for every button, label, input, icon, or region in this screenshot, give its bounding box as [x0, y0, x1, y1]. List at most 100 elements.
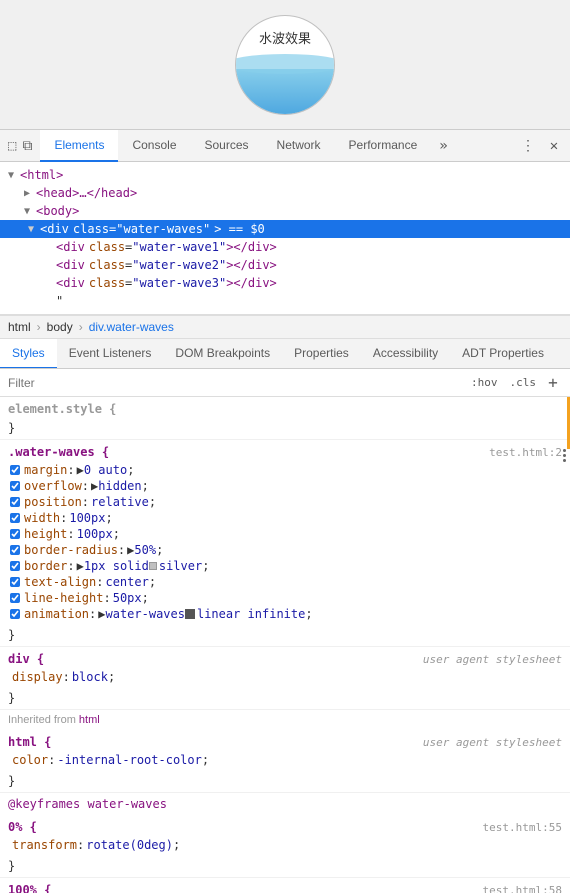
prop-text-align-checkbox[interactable] — [10, 577, 20, 587]
prop-line-height-checkbox[interactable] — [10, 593, 20, 603]
device-icon[interactable]: ⧉ — [22, 138, 32, 154]
prop-overflow: overflow: ▶ hidden; — [8, 478, 562, 494]
tab-properties[interactable]: Properties — [282, 339, 361, 369]
hov-button[interactable]: :hov — [467, 375, 502, 390]
prop-margin: margin: ▶ 0 auto; — [8, 462, 562, 478]
filter-actions: :hov .cls + — [467, 374, 562, 392]
dom-tree: ▼ <html> ▶ <head>…</head> ▼ <body> ▼ <di… — [0, 162, 570, 315]
prop-border-radius: border-radius: ▶ 50%; — [8, 542, 562, 558]
breadcrumb: html › body › div.water-waves — [0, 315, 570, 339]
color-swatch-silver[interactable] — [149, 562, 157, 570]
tab-sources[interactable]: Sources — [191, 130, 263, 162]
inspect-icon[interactable]: ⬚ — [8, 138, 16, 154]
filter-input[interactable] — [8, 376, 467, 390]
dom-line-html[interactable]: ▼ <html> — [0, 166, 570, 184]
rule-close-html-ua: } — [0, 772, 570, 790]
rule-water-waves: .water-waves { test.html:2 margin: ▶ 0 a… — [0, 440, 570, 647]
inherited-from-header: Inherited from html — [0, 710, 570, 730]
prop-color: color: -internal-root-color; — [8, 752, 562, 768]
rule-close-div-ua: } — [0, 689, 570, 707]
prop-line-height: line-height: 50px; — [8, 590, 562, 606]
rule-selector-html-ua[interactable]: html { — [8, 735, 51, 749]
tab-network[interactable]: Network — [263, 130, 335, 162]
rule-selector-0pct[interactable]: 0% { — [8, 820, 37, 834]
rule-keyframe-100: 100% { test.html:58 transform: rotate(36… — [0, 878, 570, 893]
close-devtools-button[interactable]: ✕ — [542, 134, 566, 158]
water-wave-widget: 水波效果 — [235, 15, 335, 115]
dom-line-wave3[interactable]: <div class="water-wave3" ></div> — [0, 274, 570, 292]
styles-content: element.style { } .water-waves { test.ht… — [0, 397, 570, 893]
rule-props-waterwaves: margin: ▶ 0 auto; overflow: ▶ hidden; po… — [0, 462, 570, 626]
tab-more[interactable]: » — [431, 130, 455, 162]
tab-elements[interactable]: Elements — [40, 130, 118, 162]
prop-width: width: 100px; — [8, 510, 562, 526]
overflow-menu-button[interactable] — [563, 449, 566, 462]
prop-height-checkbox[interactable] — [10, 529, 20, 539]
rule-source-100pct[interactable]: test.html:58 — [483, 884, 562, 893]
dom-line-head[interactable]: ▶ <head>…</head> — [0, 184, 570, 202]
rule-source-0pct[interactable]: test.html:55 — [483, 821, 562, 834]
rule-source-waterwaves[interactable]: test.html:2 — [489, 446, 562, 459]
rule-selector-element: element.style { — [8, 402, 116, 416]
prop-animation-checkbox[interactable] — [10, 609, 20, 619]
rule-div-ua: div { user agent stylesheet display: blo… — [0, 647, 570, 710]
expand-arrow-body[interactable]: ▼ — [24, 206, 36, 217]
expand-arrow-head[interactable]: ▶ — [24, 188, 36, 199]
rule-props-0pct: transform: rotate(0deg); — [0, 837, 570, 857]
breadcrumb-body[interactable]: body — [47, 320, 73, 334]
dom-line-water-waves[interactable]: ▼ <div class="water-waves" > == $0 — [0, 220, 570, 238]
wave-label: 水波效果 — [259, 28, 311, 47]
tab-icon-group: ⬚ ⧉ — [0, 130, 40, 162]
breadcrumb-html[interactable]: html — [8, 320, 31, 334]
rule-element-style: element.style { } — [0, 397, 570, 440]
styles-tab-bar: Styles Event Listeners DOM Breakpoints P… — [0, 339, 570, 369]
prop-overflow-checkbox[interactable] — [10, 481, 20, 491]
tab-dom-breakpoints[interactable]: DOM Breakpoints — [163, 339, 282, 369]
expand-arrow-html[interactable]: ▼ — [8, 170, 20, 181]
prop-border-checkbox[interactable] — [10, 561, 20, 571]
dom-line-quote: " — [0, 292, 570, 310]
expand-arrow-water-waves[interactable]: ▼ — [28, 224, 40, 235]
wave-top — [235, 54, 335, 74]
tab-performance[interactable]: Performance — [335, 130, 432, 162]
breadcrumb-div[interactable]: div.water-waves — [89, 320, 174, 334]
rule-props-html-ua: color: -internal-root-color; — [0, 752, 570, 772]
tab-accessibility[interactable]: Accessibility — [361, 339, 450, 369]
rule-source-html-ua: user agent stylesheet — [423, 736, 562, 749]
tab-actions: ⋮ ✕ — [516, 134, 570, 158]
bottom-panel: Styles Event Listeners DOM Breakpoints P… — [0, 339, 570, 893]
dom-line-body[interactable]: ▼ <body> — [0, 202, 570, 220]
rule-header-waterwaves: .water-waves { test.html:2 — [0, 442, 570, 462]
rule-header-0pct: 0% { test.html:55 — [0, 817, 570, 837]
cls-button[interactable]: .cls — [506, 375, 541, 390]
settings-button[interactable]: ⋮ — [516, 134, 540, 158]
rule-header-html-ua: html { user agent stylesheet — [0, 732, 570, 752]
rule-selector-waterwaves[interactable]: .water-waves { — [8, 445, 109, 459]
tab-event-listeners[interactable]: Event Listeners — [57, 339, 164, 369]
preview-area: 水波效果 — [0, 0, 570, 130]
dom-line-wave2[interactable]: <div class="water-wave2" ></div> — [0, 256, 570, 274]
tab-styles[interactable]: Styles — [0, 339, 57, 369]
rule-keyframe-0: 0% { test.html:55 transform: rotate(0deg… — [0, 815, 570, 878]
prop-animation: animation: ▶ water-waves linear infinite… — [8, 606, 562, 622]
main-panel: ⬚ ⧉ Elements Console Sources Network Per… — [0, 130, 570, 893]
prop-position: position: relative; — [8, 494, 562, 510]
rule-selector-100pct[interactable]: 100% { — [8, 883, 51, 893]
dom-line-wave1[interactable]: <div class="water-wave1" ></div> — [0, 238, 570, 256]
rule-html-ua: html { user agent stylesheet color: -int… — [0, 730, 570, 793]
filter-bar: :hov .cls + — [0, 369, 570, 397]
keyframes-header: @keyframes water-waves — [0, 793, 570, 815]
rule-props-div-ua: display: block; — [0, 669, 570, 689]
rule-selector-div-ua[interactable]: div { — [8, 652, 44, 666]
prop-width-checkbox[interactable] — [10, 513, 20, 523]
tab-adt-properties[interactable]: ADT Properties — [450, 339, 556, 369]
prop-position-checkbox[interactable] — [10, 497, 20, 507]
wave-fill — [236, 69, 334, 113]
prop-border-radius-checkbox[interactable] — [10, 545, 20, 555]
anim-checkbox[interactable] — [185, 609, 195, 619]
add-style-button[interactable]: + — [544, 374, 562, 392]
rule-header-element: element.style { — [0, 399, 570, 419]
prop-margin-checkbox[interactable] — [10, 465, 20, 475]
tab-console[interactable]: Console — [118, 130, 190, 162]
rule-close-waterwaves: } — [0, 626, 570, 644]
